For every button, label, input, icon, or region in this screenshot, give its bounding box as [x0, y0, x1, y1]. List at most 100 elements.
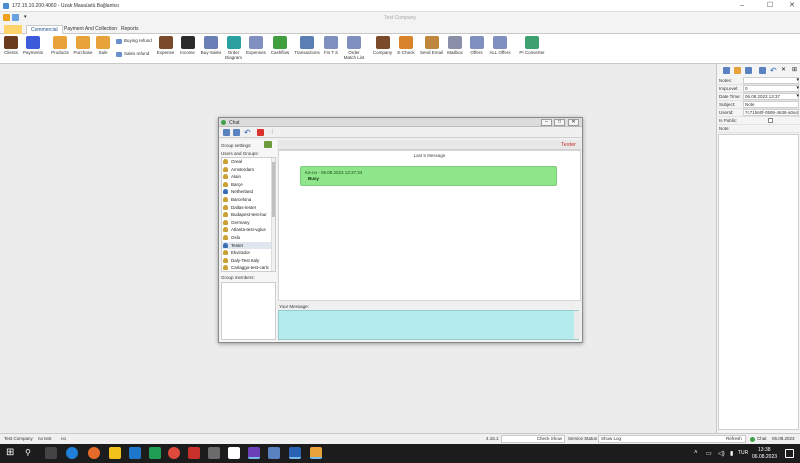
tray-arrow-icon[interactable]: ˄ — [694, 450, 698, 456]
app-icon-1[interactable] — [208, 447, 220, 459]
users-scrollbar[interactable] — [271, 158, 275, 271]
task-view-icon[interactable] — [45, 447, 57, 459]
outlook-icon[interactable] — [129, 447, 141, 459]
excel-icon[interactable] — [149, 447, 161, 459]
app-menu-tab[interactable] — [4, 25, 22, 34]
close-button[interactable]: ✕ — [788, 2, 796, 10]
remote-desktop-icon[interactable] — [310, 447, 322, 459]
panel-refresh-icon[interactable] — [723, 67, 730, 74]
user-list-item[interactable]: Barçe — [222, 181, 275, 189]
dropdown-arrow-icon[interactable]: ▾ — [796, 77, 799, 83]
new-chat-icon[interactable] — [223, 129, 230, 136]
taskbar-date[interactable]: 06.08.2023 — [752, 454, 777, 460]
dropdown-arrow-icon[interactable]: ▾ — [796, 85, 799, 91]
panel-save-icon[interactable] — [745, 67, 752, 74]
ribbon-button-cashflow[interactable]: Cashflow — [269, 35, 291, 55]
app-icon-2[interactable] — [268, 447, 280, 459]
user-list-item[interactable]: Alain — [222, 173, 275, 181]
user-list-item[interactable]: Ekvirador — [222, 249, 275, 257]
ribbon-button-clients[interactable]: Clients — [2, 35, 20, 55]
dropdown-arrow-icon[interactable]: ▾ — [796, 93, 799, 99]
chat-close-button[interactable]: ✕ — [568, 119, 579, 126]
check-show-button[interactable]: Check Show — [501, 435, 565, 443]
undo-icon[interactable]: ↶ — [244, 129, 251, 137]
user-list-item[interactable]: Amsterdam — [222, 166, 275, 174]
user-list-item[interactable]: Daly-Test Italy — [222, 257, 275, 265]
notepad-icon[interactable] — [228, 447, 240, 459]
note-textarea[interactable] — [718, 134, 799, 430]
status-chat-button[interactable]: Chat — [757, 436, 767, 441]
minimize-button[interactable]: – — [738, 2, 746, 10]
refresh-button[interactable]: Refresh — [726, 436, 742, 441]
visual-studio-icon[interactable] — [248, 447, 260, 459]
property-value-field[interactable] — [743, 77, 799, 84]
is-public-checkbox[interactable] — [768, 118, 773, 123]
start-icon[interactable]: ⊞ — [6, 447, 18, 459]
ribbon-button-products[interactable]: Products — [50, 35, 70, 55]
ribbon-button-sales-refund[interactable]: Sales refund — [116, 51, 149, 57]
ribbon-button-expenses[interactable]: Expenses — [245, 35, 267, 55]
volume-icon[interactable]: ◁) — [718, 450, 725, 457]
panel-close-icon[interactable]: ✕ — [781, 67, 788, 74]
search-icon[interactable]: ⚲ — [25, 447, 37, 459]
user-list-item[interactable]: Carlaggo-test-carlc — [222, 264, 275, 271]
network-icon[interactable]: ▭ — [706, 450, 712, 457]
ribbon-button-order-diagram[interactable]: Order Diagram — [225, 35, 242, 60]
property-value-field[interactable]: Note — [743, 101, 799, 108]
user-list-item[interactable]: Oreal — [222, 158, 275, 166]
panel-pin-icon[interactable]: ⊞ — [792, 67, 799, 74]
tab-payment-and-collection[interactable]: Payment And Collection — [60, 25, 121, 34]
add-group-icon[interactable] — [264, 141, 272, 148]
chat-title-bar[interactable]: Chat – □ ✕ — [219, 118, 582, 127]
delete-icon[interactable] — [257, 129, 264, 136]
ribbon-button-mailbox[interactable]: Mailbox — [446, 35, 464, 55]
ribbon-button-pi-converter[interactable]: PI Converter — [518, 35, 546, 55]
message-input[interactable] — [278, 310, 579, 340]
ribbon-button-e-check[interactable]: E-Check — [396, 35, 416, 55]
file-explorer-icon[interactable] — [109, 447, 121, 459]
save-chat-icon[interactable] — [233, 129, 240, 136]
ribbon-button-payments[interactable]: Payments — [21, 35, 45, 55]
ribbon-button-all-offers[interactable]: ALL Offers — [488, 35, 512, 55]
tab-reports[interactable]: Reports — [117, 25, 143, 34]
ribbon-button-transactions[interactable]: Transactions — [294, 35, 320, 55]
property-value-field[interactable]: 7c71b60f-0595-4638-a0a4 — [743, 109, 799, 116]
ribbon-button-offers[interactable]: Offers — [469, 35, 484, 55]
panel-undo-icon[interactable]: ↶ — [770, 67, 777, 75]
user-list-item[interactable]: Dallas-tester — [222, 204, 275, 212]
toolbar-more-icon[interactable]: ◦ | — [269, 129, 276, 136]
user-list-item[interactable]: Tester — [222, 241, 275, 250]
user-list-item[interactable]: Germany — [222, 219, 275, 227]
user-list-item[interactable]: Oslo — [222, 234, 275, 242]
battery-icon[interactable]: ▮ — [730, 450, 733, 457]
edge-icon[interactable] — [66, 447, 78, 459]
taskbar-lang[interactable]: TUR — [738, 450, 748, 456]
app-icon-3[interactable] — [289, 447, 301, 459]
ribbon-button-company[interactable]: Company — [372, 35, 393, 55]
property-value-field[interactable]: 06.08.2023 13:37 — [743, 93, 799, 100]
chrome-icon[interactable] — [168, 447, 180, 459]
panel-open-icon[interactable] — [734, 67, 741, 74]
ribbon-button-purchase[interactable]: Purchase — [72, 35, 94, 55]
ribbon-button-buy-sales[interactable]: Buy-Sales — [199, 35, 223, 55]
tab-commercial[interactable]: Commercial — [26, 25, 63, 34]
ribbon-button-order-match-list[interactable]: Order Match List — [343, 35, 365, 60]
notification-icon[interactable] — [785, 449, 794, 458]
service-status-field[interactable]: Show Log — [598, 435, 746, 443]
ribbon-button-send-email[interactable]: Send Email — [420, 35, 443, 55]
ribbon-button-fin-t-s[interactable]: Fin T S — [323, 35, 339, 55]
property-value-field[interactable]: 0 — [743, 85, 799, 92]
user-list-item[interactable]: Atlanta-test-vglus — [222, 226, 275, 234]
maximize-button[interactable]: ☐ — [766, 2, 774, 10]
user-list-item[interactable]: Barcelona — [222, 196, 275, 204]
taskbar-time[interactable]: 13:38 — [758, 447, 771, 453]
ribbon-button-income[interactable]: Income — [179, 35, 196, 55]
user-list-item[interactable]: Netherland — [222, 188, 275, 196]
filezilla-icon[interactable] — [188, 447, 200, 459]
user-list-item[interactable]: Budapest-test-bur — [222, 211, 275, 219]
message-input-scrollbar[interactable] — [574, 311, 580, 339]
ribbon-button-buying-refund[interactable]: Buying refund — [116, 38, 152, 44]
ribbon-button-expense[interactable]: Expense — [156, 35, 175, 55]
chat-maximize-button[interactable]: □ — [554, 119, 565, 126]
firefox-icon[interactable] — [88, 447, 100, 459]
